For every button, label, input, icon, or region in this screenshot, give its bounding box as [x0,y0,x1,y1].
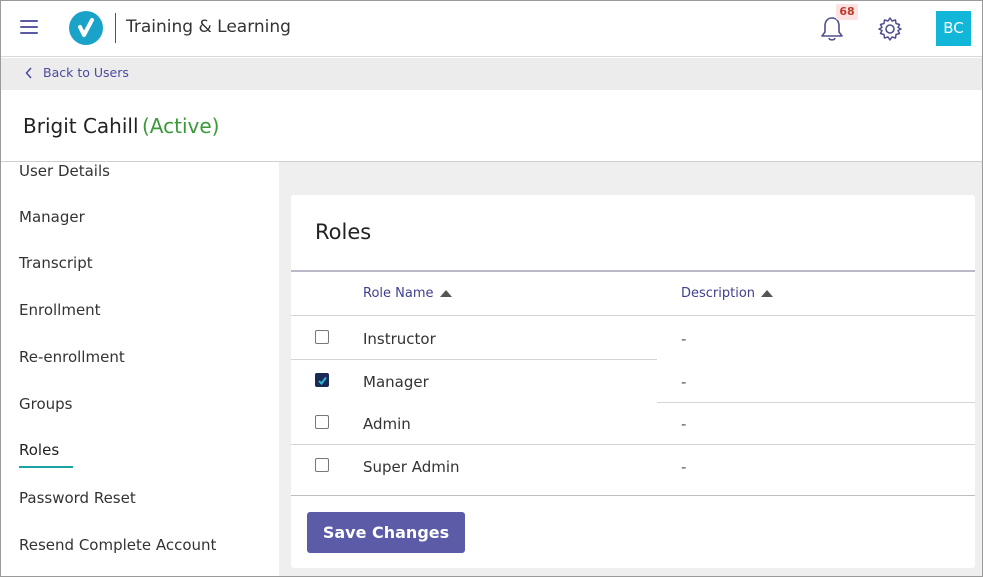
table-row: Admin - [291,402,975,445]
sidebar-item-transcript[interactable]: Transcript [19,254,93,272]
avatar[interactable]: BC [936,11,971,46]
roles-card: Roles Role Name Description Instructor - [291,195,975,568]
back-link-label: Back to Users [43,65,129,80]
role-checkbox-instructor[interactable] [315,330,329,344]
checkmark-icon [318,376,327,386]
table-row: Instructor - [291,317,975,360]
role-name: Super Admin [363,458,460,476]
save-changes-button[interactable]: Save Changes [307,512,465,553]
sidebar-item-manager[interactable]: Manager [19,208,85,226]
table-divider [291,495,975,496]
role-checkbox-manager[interactable] [315,373,329,387]
role-checkbox-admin[interactable] [315,415,329,429]
notification-badge: 68 [836,4,858,20]
role-description: - [681,330,687,348]
sidebar-item-re-enrollment[interactable]: Re-enrollment [19,348,125,366]
active-tab-indicator [19,466,73,468]
brand-logo-icon[interactable] [69,11,103,45]
column-header-role-name[interactable]: Role Name [363,286,452,301]
gear-icon[interactable] [877,16,903,42]
role-description: - [681,415,687,433]
sort-ascending-icon [439,290,452,297]
role-name: Admin [363,415,411,433]
column-header-description[interactable]: Description [681,286,774,301]
user-status: (Active) [142,114,220,138]
column-label: Description [681,286,756,301]
sidebar-item-password-reset[interactable]: Password Reset [19,489,136,507]
top-bar: Training & Learning 68 BC [1,1,982,57]
sidebar-item-resend-complete-account[interactable]: Resend Complete Account [19,536,216,554]
sidebar-item-user-details[interactable]: User Details [19,162,110,180]
roles-title: Roles [315,220,372,244]
logo-divider [115,13,116,43]
menu-icon[interactable] [20,20,38,36]
user-header: Brigit Cahill (Active) [1,90,982,162]
role-description: - [681,373,687,391]
sort-ascending-icon [761,290,774,297]
sidebar: User Details Manager Transcript Enrollme… [1,162,279,576]
role-name: Instructor [363,330,436,348]
sidebar-item-roles[interactable]: Roles [19,441,59,459]
sidebar-item-enrollment[interactable]: Enrollment [19,301,101,319]
sidebar-item-groups[interactable]: Groups [19,395,72,413]
role-checkbox-super-admin[interactable] [315,458,329,472]
breadcrumb: Back to Users [1,58,982,90]
table-row: Manager - [291,360,975,403]
main-content: Roles Role Name Description Instructor - [279,162,982,576]
role-name: Manager [363,373,429,391]
app-title: Training & Learning [126,17,291,37]
role-description: - [681,458,687,476]
table-header: Role Name Description [291,270,975,316]
user-name: Brigit Cahill [23,114,139,138]
column-label: Role Name [363,286,434,301]
table-row: Super Admin - [291,445,975,488]
chevron-left-icon [25,66,32,79]
back-to-users-link[interactable]: Back to Users [25,65,129,80]
